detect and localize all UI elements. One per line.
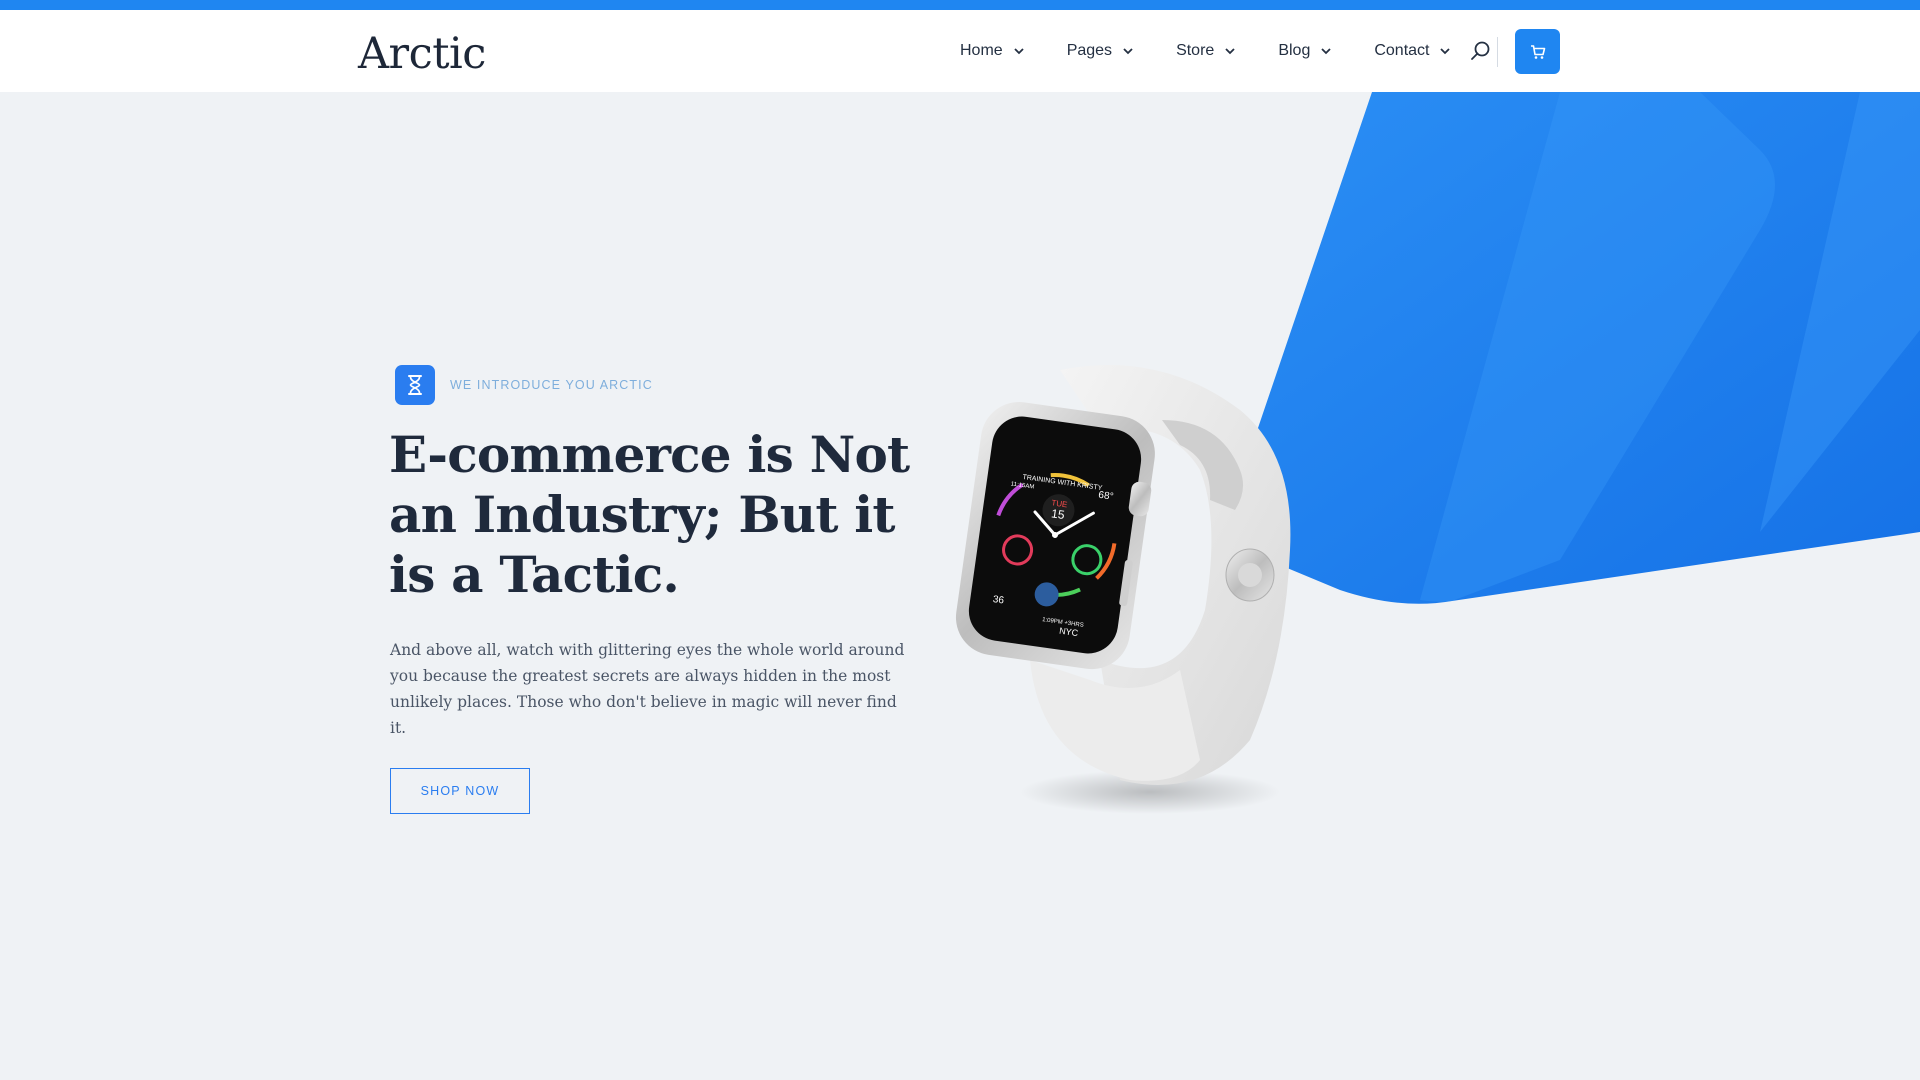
- hero-lead-text: And above all, watch with glittering eye…: [390, 641, 905, 737]
- hero-headline: E-commerce is Not an Industry; But it is…: [389, 425, 910, 604]
- nav-item-blog[interactable]: Blog: [1278, 42, 1333, 60]
- chevron-down-icon: [1321, 48, 1331, 55]
- search-icon[interactable]: [1469, 40, 1491, 62]
- chevron-down-icon: [1123, 48, 1133, 55]
- nav-item-home[interactable]: Home: [960, 42, 1026, 60]
- nav-item-pages[interactable]: Pages: [1067, 42, 1135, 60]
- site-logo[interactable]: Arctic: [358, 29, 486, 79]
- main-nav: Home Pages Store Blog Contact: [960, 10, 1493, 92]
- cart-button[interactable]: [1515, 29, 1560, 74]
- header-divider: [1497, 37, 1498, 67]
- hourglass-icon: [395, 365, 435, 405]
- watch-date: 15: [1050, 506, 1065, 522]
- hero-eyebrow-text: WE INTRODUCE YOU ARCTIC: [450, 378, 653, 392]
- shop-now-button[interactable]: SHOP NOW: [390, 768, 530, 814]
- smartwatch-product-image: TUE 15 TRAINING WITH KRISTY 11:15AM 68° …: [955, 365, 1291, 814]
- nav-item-label: Contact: [1374, 42, 1430, 59]
- hero-eyebrow: WE INTRODUCE YOU ARCTIC: [395, 365, 653, 405]
- nav-item-label: Home: [960, 42, 1003, 59]
- nav-item-label: Store: [1176, 42, 1215, 59]
- nav-item-store[interactable]: Store: [1176, 42, 1237, 60]
- chevron-down-icon: [1014, 48, 1024, 55]
- nav-item-label: Blog: [1278, 42, 1311, 59]
- cart-icon: [1530, 44, 1545, 59]
- watch-uv: 36: [992, 594, 1005, 607]
- chevron-down-icon: [1440, 48, 1451, 55]
- site-header: Arctic Home Pages Store Blog Contact: [0, 10, 1920, 92]
- nav-item-contact[interactable]: Contact: [1374, 42, 1452, 60]
- nav-item-label: Pages: [1066, 42, 1113, 59]
- top-accent-bar: [0, 0, 1920, 10]
- chevron-down-icon: [1225, 48, 1235, 55]
- watch-temp: 68°: [1098, 490, 1115, 503]
